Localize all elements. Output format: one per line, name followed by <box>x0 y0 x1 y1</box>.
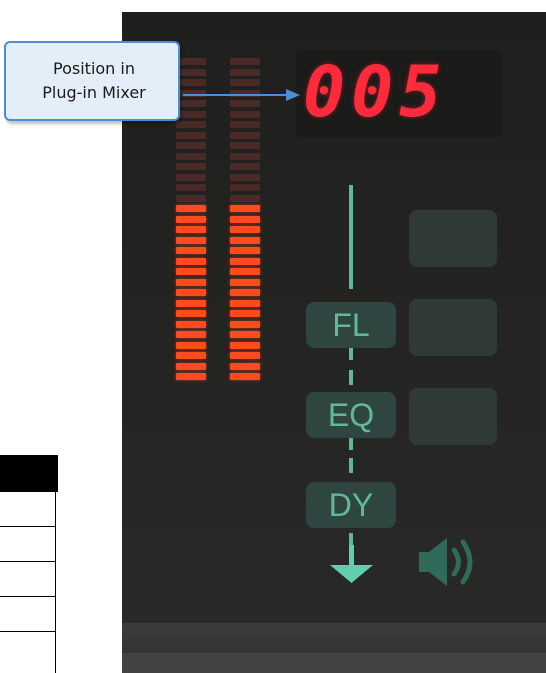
meter-segment <box>230 247 260 254</box>
meter-segment <box>176 362 206 370</box>
strip-footer-edge <box>122 653 546 673</box>
table-row <box>0 527 56 562</box>
meter-segment <box>230 352 260 359</box>
meter-segment <box>230 184 260 191</box>
meter-segment <box>176 268 206 275</box>
meter-segment <box>176 278 206 286</box>
signal-flow-line <box>349 185 353 289</box>
signal-arrow-down-icon <box>330 545 373 583</box>
meter-segment <box>176 310 206 317</box>
data-table-fragment <box>0 455 58 673</box>
signal-flow-dash <box>349 458 353 473</box>
meter-segment <box>230 299 260 307</box>
table-row <box>0 492 56 527</box>
meter-segment <box>230 100 260 107</box>
meter-segment <box>176 226 206 233</box>
meter-segment <box>176 131 206 139</box>
dynamics-module-button[interactable]: DY <box>306 482 396 528</box>
meter-segment <box>176 331 206 338</box>
meter-segment <box>176 341 206 349</box>
meter-segment <box>230 68 260 76</box>
meter-segment <box>230 331 260 338</box>
meter-segment <box>176 152 206 160</box>
meter-segment <box>230 215 260 223</box>
insert-slot-1[interactable] <box>409 210 497 267</box>
meter-segment <box>230 226 260 233</box>
meter-segment <box>230 89 260 97</box>
meter-segment <box>176 110 206 118</box>
meter-segment <box>230 194 260 202</box>
meter-segment <box>230 131 260 139</box>
meter-segment <box>176 142 206 149</box>
position-number: 005 <box>303 51 448 133</box>
meter-segment <box>230 310 260 317</box>
meter-segment <box>176 163 206 170</box>
table-row <box>0 632 56 673</box>
meter-segment <box>230 142 260 149</box>
meter-segment <box>230 236 260 244</box>
meter-segment <box>230 163 260 170</box>
meter-segment <box>176 247 206 254</box>
meter-segment <box>176 257 206 265</box>
meter-segment <box>230 278 260 286</box>
meter-segment <box>230 79 260 86</box>
meter-segment <box>230 110 260 118</box>
table-row <box>0 562 56 597</box>
meter-segment <box>176 215 206 223</box>
meter-segment <box>230 289 260 296</box>
meter-segment <box>176 320 206 328</box>
meter-segment <box>176 194 206 202</box>
filter-module-button[interactable]: FL <box>306 302 396 348</box>
insert-slot-2[interactable] <box>409 299 497 356</box>
signal-flow-dash <box>349 370 353 385</box>
meter-segment <box>176 205 206 212</box>
table-row <box>0 597 56 632</box>
meter-segment <box>230 257 260 265</box>
meter-segment <box>230 121 260 128</box>
callout-line-1: Position in <box>53 59 135 78</box>
meter-segment <box>176 289 206 296</box>
callout-line-2: Plug-in Mixer <box>42 83 146 102</box>
meter-segment <box>230 362 260 370</box>
callout-text: Position in Plug-in Mixer <box>6 57 182 105</box>
meter-segment <box>230 341 260 349</box>
meter-segment <box>176 352 206 359</box>
insert-slot-3[interactable] <box>409 388 497 445</box>
meter-segment <box>176 373 206 380</box>
callout-box: Position in Plug-in Mixer <box>4 41 180 121</box>
meter-segment <box>230 58 260 65</box>
meter-segment <box>176 121 206 128</box>
meter-segment <box>176 299 206 307</box>
meter-segment <box>230 320 260 328</box>
meter-segment <box>230 173 260 181</box>
meter-segment <box>230 268 260 275</box>
speaker-icon[interactable] <box>417 534 487 590</box>
meter-segment <box>230 205 260 212</box>
meter-segment <box>230 373 260 380</box>
table-header <box>0 455 58 492</box>
meter-segment <box>176 173 206 181</box>
meter-segment <box>230 152 260 160</box>
meter-segment <box>176 236 206 244</box>
meter-segment <box>176 184 206 191</box>
eq-module-button[interactable]: EQ <box>306 392 396 438</box>
